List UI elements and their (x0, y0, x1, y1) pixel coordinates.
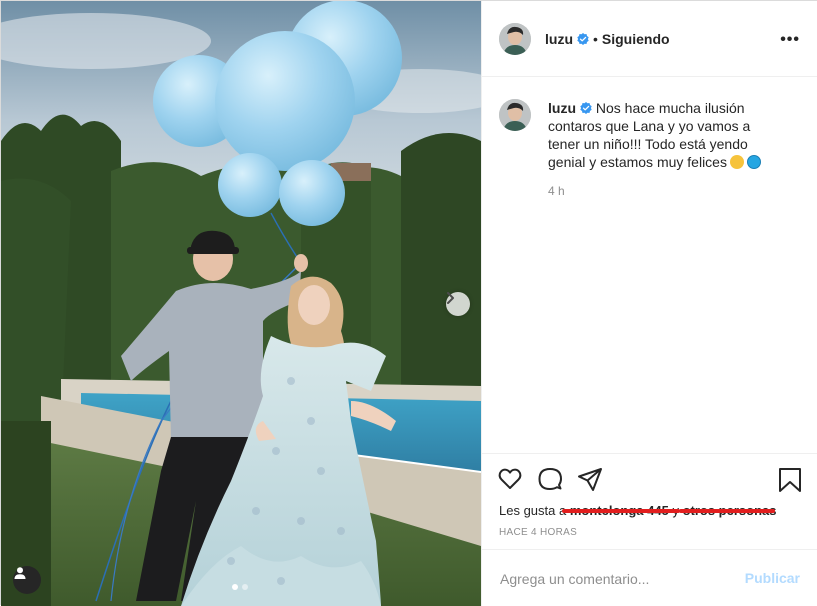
header-username[interactable]: luzu (545, 31, 573, 47)
redaction-mark (561, 509, 680, 513)
redaction-mark (678, 509, 775, 513)
photo-illustration (1, 1, 481, 606)
post-caption: luzu Nos hace mucha ilusión contaros que… (499, 99, 799, 198)
publish-button[interactable]: Publicar (745, 570, 800, 586)
post-time-ago[interactable]: HACE 4 HORAS (499, 527, 577, 538)
tagged-users-button[interactable] (13, 566, 41, 594)
post-header: luzu • Siguiendo ••• (482, 1, 817, 77)
heart-icon[interactable] (497, 466, 523, 492)
following-button[interactable]: Siguiendo (602, 31, 670, 47)
post-details-panel: luzu • Siguiendo ••• luzu Nos hace mucha… (481, 1, 817, 606)
comment-bubble-icon[interactable] (537, 466, 563, 492)
header-separator: • (593, 30, 598, 47)
avatar-image (499, 22, 531, 55)
likes-user-1[interactable]: montelonga 445 (561, 503, 680, 518)
likes-others[interactable]: otros personas (678, 503, 776, 518)
paper-plane-icon[interactable] (577, 466, 603, 492)
user-tag-icon (14, 567, 26, 579)
actions-divider (482, 453, 817, 454)
carousel-dot-active (232, 584, 238, 590)
carousel-indicators (232, 584, 248, 590)
likes-summary: Les gusta a montelonga 445 y otros perso… (499, 503, 776, 518)
caption-body: Nos hace mucha ilusión contaros que Lana… (548, 100, 751, 170)
bookmark-icon[interactable] (778, 467, 802, 493)
likes-prefix: Les gusta a (499, 503, 567, 518)
avatar[interactable] (499, 99, 531, 131)
blue-circle-emoji-icon (746, 155, 761, 169)
more-options-button[interactable]: ••• (780, 31, 800, 49)
comment-bar: Publicar (482, 549, 817, 606)
comment-input[interactable] (498, 568, 732, 590)
smiling-face-emoji-icon (729, 155, 744, 169)
post-photo[interactable] (1, 1, 481, 606)
avatar[interactable] (499, 22, 531, 55)
verified-badge-icon (577, 32, 589, 45)
post-modal: luzu • Siguiendo ••• luzu Nos hace mucha… (0, 0, 817, 606)
caption-username[interactable]: luzu (548, 100, 576, 116)
verified-badge-icon (580, 102, 592, 114)
chevron-right-icon (447, 292, 454, 304)
caption-timestamp[interactable]: 4 h (548, 184, 778, 198)
carousel-dot (242, 584, 248, 590)
post-actions (497, 466, 603, 492)
avatar-image (499, 99, 531, 131)
caption-text: luzu Nos hace mucha ilusión contaros que… (548, 99, 778, 171)
next-slide-button[interactable] (446, 292, 470, 316)
